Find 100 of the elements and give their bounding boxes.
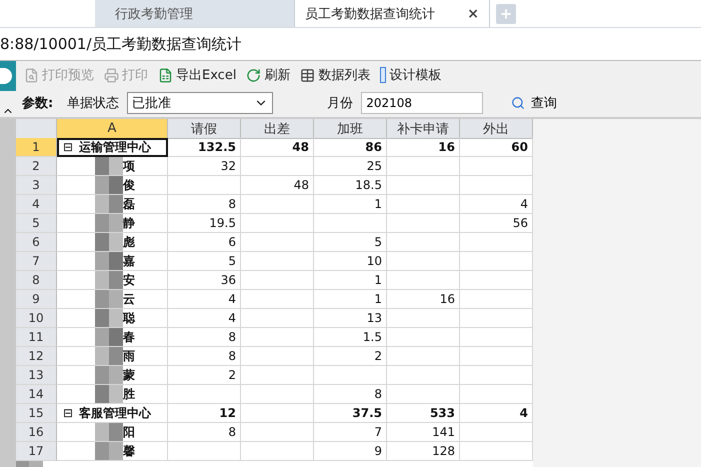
table-cell: 36 — [168, 271, 241, 290]
spreadsheet-icon — [158, 68, 173, 82]
column-header[interactable]: 出差 — [241, 119, 314, 139]
table-icon — [300, 68, 316, 82]
name-cell[interactable]: 磊 — [57, 195, 168, 214]
close-icon[interactable]: × — [467, 6, 479, 22]
table-cell: 5 — [314, 233, 387, 252]
table-cell: 533 — [387, 404, 460, 423]
name-text: 春 — [123, 328, 135, 346]
table-cell: 8 — [168, 328, 241, 347]
table-cell: 8 — [314, 385, 387, 404]
query-button[interactable]: 查询 — [511, 94, 558, 112]
column-header[interactable]: 外出 — [460, 119, 533, 139]
name-text: 磊 — [123, 196, 135, 212]
name-cell[interactable]: 云 — [57, 290, 168, 309]
row-header[interactable]: 2 — [16, 157, 57, 176]
table-cell: 8 — [168, 195, 241, 214]
name-cell[interactable]: 聪 — [57, 309, 168, 328]
table-cell: 4 — [168, 290, 241, 309]
column-header[interactable]: A — [57, 119, 168, 139]
blur-mosaic — [95, 214, 123, 232]
column-header[interactable]: 加班 — [314, 119, 387, 139]
table-cell: 10 — [314, 252, 387, 271]
toolbar-button[interactable]: 设计模板 — [380, 66, 442, 84]
table-cell: 7 — [314, 423, 387, 442]
name-text: 项 — [123, 158, 135, 174]
add-tab-button[interactable] — [496, 4, 516, 24]
name-cell[interactable]: 安 — [57, 271, 168, 290]
name-cell[interactable]: 春 — [57, 328, 168, 347]
row-header[interactable]: 8 — [16, 271, 57, 290]
table-cell: 8 — [168, 423, 241, 442]
table-cell: 141 — [387, 423, 460, 442]
name-cell[interactable]: 阳 — [57, 423, 168, 442]
table-cell: 9 — [314, 442, 387, 461]
row-header[interactable]: 12 — [16, 347, 57, 366]
table-cell: 2 — [168, 366, 241, 385]
collapse-icon[interactable]: ⊟ — [63, 140, 74, 154]
name-text: 阳 — [123, 424, 135, 440]
table-cell: 18.5 — [314, 176, 387, 195]
table-cell: 8 — [168, 347, 241, 366]
row-header[interactable]: 1 — [16, 138, 57, 157]
row-header[interactable]: 7 — [16, 252, 57, 271]
name-cell[interactable]: 嘉 — [57, 252, 168, 271]
row-header[interactable]: 16 — [16, 423, 57, 442]
name-cell[interactable]: 雨 — [57, 347, 168, 366]
row-header[interactable]: 3 — [16, 176, 57, 195]
blur-mosaic — [95, 366, 123, 384]
name-cell[interactable]: 项 — [57, 157, 168, 176]
blur-mosaic — [95, 176, 123, 194]
name-cell[interactable]: 俊 — [57, 176, 168, 195]
row-header[interactable]: 13 — [16, 366, 57, 385]
toolbar-button[interactable]: 刷新 — [246, 66, 290, 84]
row-header[interactable]: 5 — [16, 214, 57, 233]
name-cell[interactable]: 蒙 — [57, 366, 168, 385]
name-text: 云 — [123, 290, 135, 308]
name-text: 运输管理中心 — [79, 138, 152, 156]
status-select[interactable]: 已批准 — [127, 92, 274, 114]
column-header[interactable]: 请假 — [168, 119, 241, 139]
blur-mosaic — [95, 290, 123, 308]
name-cell[interactable]: 馨 — [57, 442, 168, 461]
name-cell[interactable]: ⊟ 运输管理中心 — [57, 138, 168, 157]
collapse-icon[interactable]: ⊟ — [63, 406, 74, 420]
table-cell: 1 — [314, 195, 387, 214]
column-header[interactable]: 补卡申请 — [387, 119, 460, 139]
toolbar-button[interactable]: 导出Excel — [158, 66, 236, 84]
plus-icon — [499, 7, 513, 21]
row-header[interactable]: 14 — [16, 385, 57, 404]
tab[interactable]: 行政考勤管理 — [95, 0, 295, 27]
month-field[interactable]: 202108 — [361, 92, 484, 114]
table-cell: 12 — [168, 404, 241, 423]
name-cell[interactable]: 胜 — [57, 385, 168, 404]
table-cell: 32 — [168, 157, 241, 176]
row-header[interactable]: 15 — [16, 404, 57, 423]
row-header[interactable]: 17 — [16, 442, 57, 461]
table-cell: 48 — [241, 138, 314, 157]
name-text: 彪 — [123, 234, 135, 250]
table-cell: 13 — [314, 309, 387, 328]
blur-mosaic — [95, 309, 123, 327]
table-cell: 48 — [241, 176, 314, 195]
blur-mosaic — [95, 423, 123, 441]
month-label: 月份 — [327, 95, 354, 112]
refresh-icon — [246, 68, 262, 82]
name-text: 客服管理中心 — [79, 404, 152, 422]
toolbar-button[interactable]: 数据列表 — [300, 66, 370, 84]
table-cell: 25 — [314, 157, 387, 176]
name-cell[interactable]: 静 — [57, 214, 168, 233]
row-header[interactable]: 9 — [16, 290, 57, 309]
table-cell: 1 — [314, 290, 387, 309]
row-header[interactable]: 10 — [16, 309, 57, 328]
name-text: 馨 — [123, 442, 135, 460]
blur-mosaic — [95, 252, 123, 270]
table-cell: 16 — [387, 290, 460, 309]
table-cell: 2 — [314, 347, 387, 366]
table-cell: 1.5 — [314, 328, 387, 347]
row-header[interactable]: 11 — [16, 328, 57, 347]
search-icon — [511, 96, 526, 110]
row-header[interactable]: 4 — [16, 195, 57, 214]
table-cell: 5 — [168, 252, 241, 271]
name-cell[interactable]: 彪 — [57, 233, 168, 252]
row-header[interactable]: 6 — [16, 233, 57, 252]
